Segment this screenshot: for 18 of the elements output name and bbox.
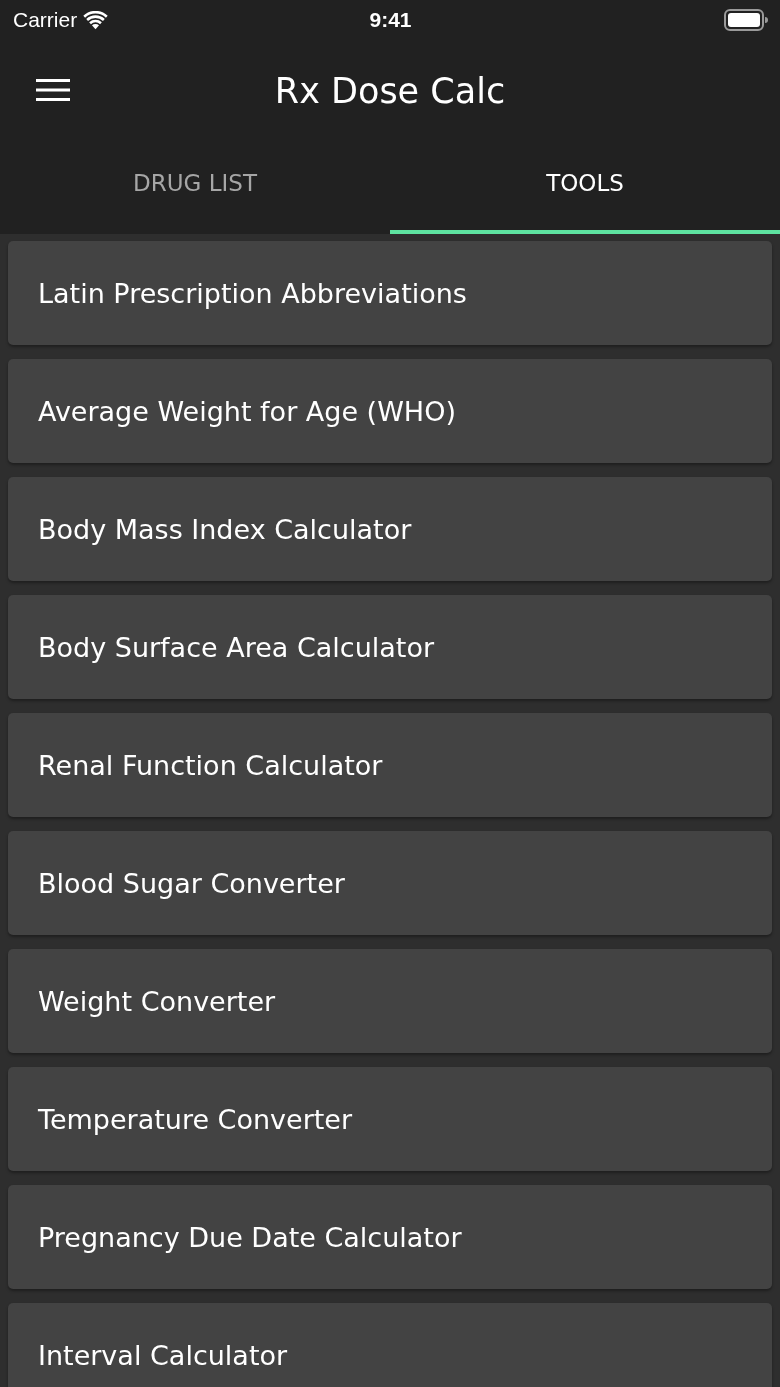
tool-list-item[interactable]: Pregnancy Due Date Calculator xyxy=(8,1185,772,1289)
wifi-icon xyxy=(83,10,109,30)
battery-icon xyxy=(724,9,768,31)
tool-list-item[interactable]: Renal Function Calculator xyxy=(8,713,772,817)
tool-list-item[interactable]: Latin Prescription Abbreviations xyxy=(8,241,772,345)
tool-list-item[interactable]: Interval Calculator xyxy=(8,1303,772,1387)
tool-list-item[interactable]: Average Weight for Age (WHO) xyxy=(8,359,772,463)
menu-icon[interactable] xyxy=(36,79,70,101)
tab[interactable]: TOOLS xyxy=(390,140,780,230)
tab[interactable]: DRUG LIST xyxy=(0,140,390,230)
tool-list-item[interactable]: Blood Sugar Converter xyxy=(8,831,772,935)
app-title: Rx Dose Calc xyxy=(274,71,506,111)
tool-list-item[interactable]: Body Surface Area Calculator xyxy=(8,595,772,699)
tool-list-item[interactable]: Weight Converter xyxy=(8,949,772,1053)
clock-time: 9:41 xyxy=(369,8,412,32)
carrier-name: Carrier xyxy=(13,8,78,32)
tool-list-item[interactable]: Body Mass Index Calculator xyxy=(8,477,772,581)
tool-list-item[interactable]: Temperature Converter xyxy=(8,1067,772,1171)
